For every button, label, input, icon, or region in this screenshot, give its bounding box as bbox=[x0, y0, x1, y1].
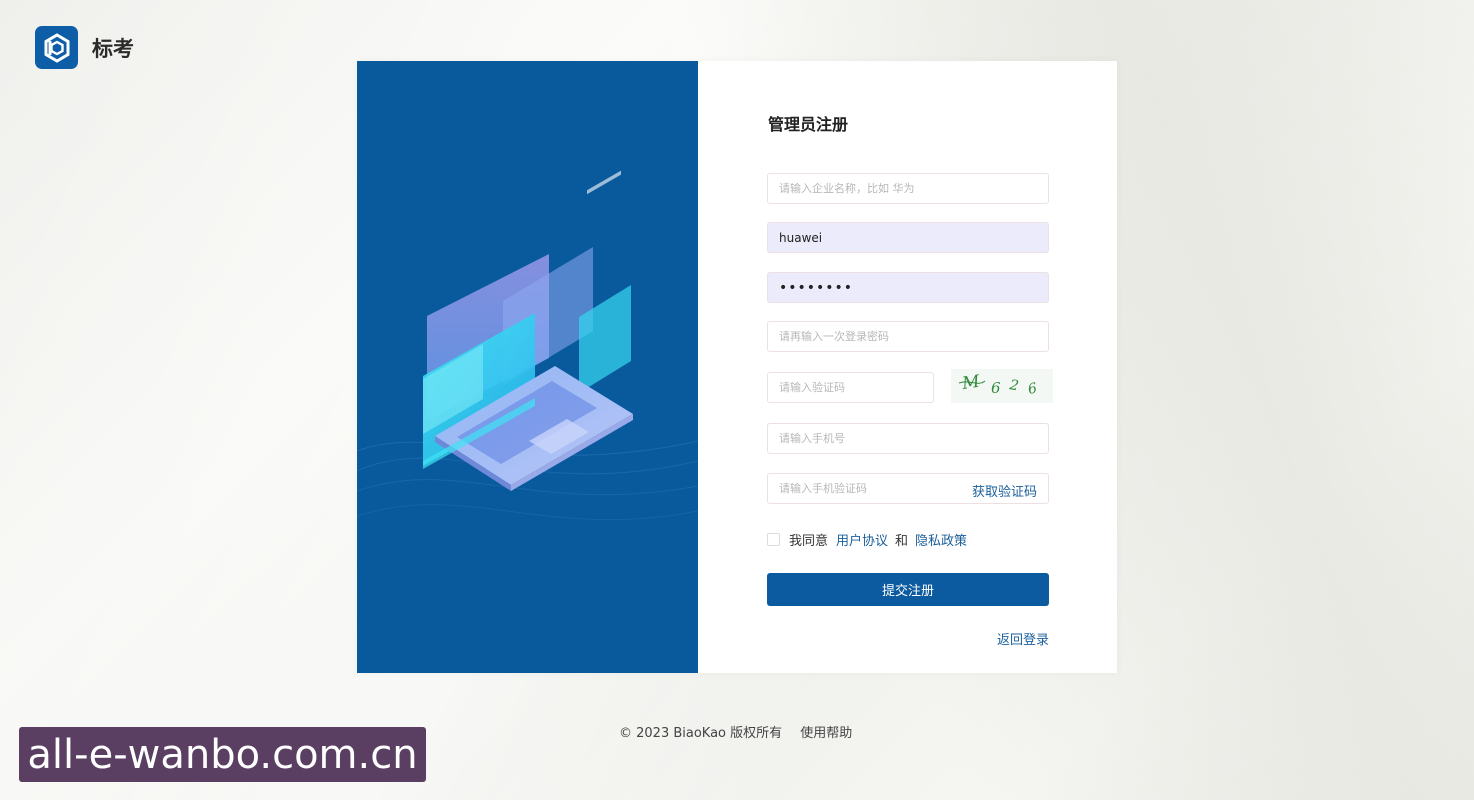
captcha-image[interactable]: M 6 2 6 bbox=[951, 369, 1053, 403]
agreement-prefix: 我同意 bbox=[789, 534, 829, 549]
agreement-row: 我同意 用户协议 和 隐私政策 bbox=[767, 530, 967, 549]
confirm-password-field[interactable] bbox=[767, 321, 1049, 352]
form-title: 管理员注册 bbox=[768, 115, 849, 134]
phone-field[interactable] bbox=[767, 423, 1049, 454]
sms-code-field[interactable]: 获取验证码 bbox=[767, 473, 1049, 504]
company-name-input[interactable] bbox=[779, 182, 1048, 195]
phone-input[interactable] bbox=[779, 432, 1048, 445]
get-sms-code-link[interactable]: 获取验证码 bbox=[972, 481, 1037, 500]
brand-name: 标考 bbox=[92, 36, 134, 61]
register-card: 管理员注册 M 6 2 6 bbox=[357, 61, 1117, 673]
agreement-and: 和 bbox=[895, 534, 909, 549]
svg-text:2: 2 bbox=[1007, 377, 1020, 394]
captcha-field[interactable] bbox=[767, 372, 934, 403]
privacy-policy-link[interactable]: 隐私政策 bbox=[915, 530, 967, 549]
user-agreement-link[interactable]: 用户协议 bbox=[836, 530, 888, 549]
register-form: 管理员注册 M 6 2 6 bbox=[767, 61, 1053, 673]
brand: 标考 bbox=[35, 26, 134, 69]
agreement-checkbox[interactable] bbox=[767, 533, 780, 546]
username-input[interactable] bbox=[779, 230, 1048, 245]
captcha-input[interactable] bbox=[779, 381, 933, 394]
password-field[interactable] bbox=[767, 272, 1049, 303]
sms-code-input[interactable] bbox=[779, 482, 949, 495]
svg-text:6: 6 bbox=[991, 379, 1001, 397]
confirm-password-input[interactable] bbox=[779, 330, 1048, 343]
laptop-illustration bbox=[357, 61, 698, 673]
username-field[interactable] bbox=[767, 222, 1049, 253]
copyright-text: © 2023 BiaoKao 版权所有 bbox=[619, 726, 783, 741]
company-name-field[interactable] bbox=[767, 173, 1049, 204]
password-input[interactable] bbox=[779, 279, 1048, 296]
submit-register-button[interactable]: 提交注册 bbox=[767, 573, 1049, 606]
hexagon-logo-icon bbox=[35, 26, 78, 69]
footer: © 2023 BiaoKao 版权所有 使用帮助 bbox=[619, 722, 852, 741]
back-to-login-link[interactable]: 返回登录 bbox=[997, 629, 1049, 648]
watermark: all-e-wanbo.com.cn bbox=[19, 727, 426, 782]
svg-text:6: 6 bbox=[1027, 380, 1039, 398]
help-link[interactable]: 使用帮助 bbox=[800, 726, 852, 741]
